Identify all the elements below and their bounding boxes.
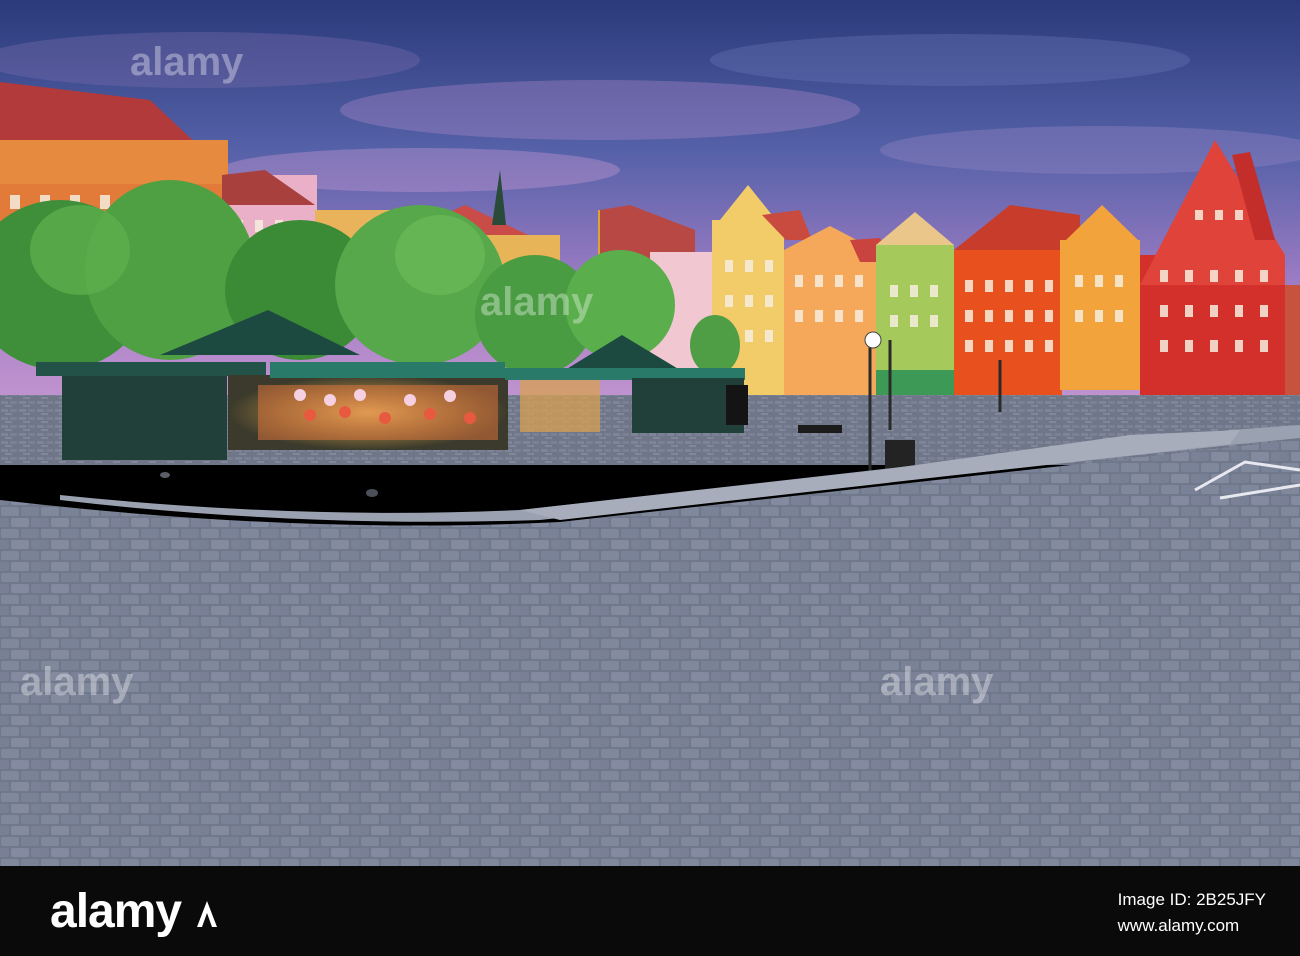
image-id: Image ID: 2B25JFY: [1117, 890, 1266, 909]
photo-scene: alamy alamy alamy alamy: [0, 0, 1300, 866]
watermark: alamy: [130, 40, 244, 84]
pigeon: [160, 472, 170, 478]
sign-post: [864, 331, 882, 349]
image-meta: Image ID: 2B25JFY www.alamy.com: [1118, 890, 1266, 936]
bench: [798, 425, 842, 433]
alamy-a-icon: [197, 901, 218, 927]
brand-name: alamy: [50, 885, 182, 938]
brand-logo: alamy: [50, 884, 219, 939]
site-url[interactable]: www.alamy.com: [1118, 916, 1266, 936]
watermark: alamy: [20, 660, 134, 704]
watermark: alamy: [880, 660, 994, 704]
pigeon: [366, 489, 378, 497]
town-square-photo: [0, 0, 1300, 866]
footer-bar: alamy Image ID: 2B25JFY www.alamy.com: [0, 866, 1300, 956]
watermark: alamy: [480, 280, 594, 324]
